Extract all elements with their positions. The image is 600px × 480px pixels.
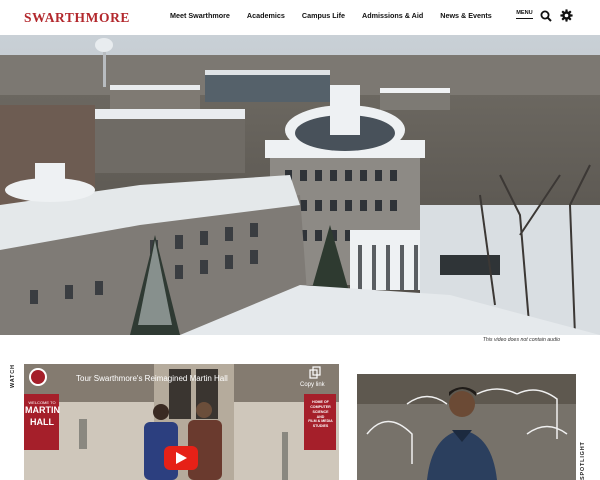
banner-right-line: STUDIES xyxy=(312,424,329,429)
nav-news-events[interactable]: News & Events xyxy=(440,11,492,20)
site-header: SWARTHMORE Meet Swarthmore Academics Cam… xyxy=(0,0,600,34)
banner-right: HOME OF COMPUTER SCIENCE AND FILM & MEDI… xyxy=(305,400,336,429)
menu-bar-icon xyxy=(516,17,533,19)
banner-left: WELCOME TO MARTIN HALL xyxy=(25,400,60,429)
video-title[interactable]: Tour Swarthmore's Reimagined Martin Hall xyxy=(76,374,228,383)
spotlight-image xyxy=(357,374,576,480)
menu-button[interactable]: MENU xyxy=(516,10,533,24)
search-icon[interactable] xyxy=(540,10,552,22)
hero-caption: This video does not contain audio xyxy=(482,337,560,343)
gear-icon[interactable] xyxy=(560,9,573,22)
nav-campus-life[interactable]: Campus Life xyxy=(302,11,345,20)
hero-video[interactable] xyxy=(0,35,600,335)
banner-right-line: COMPUTER SCIENCE xyxy=(310,404,331,414)
spotlight-label-text: SPOTLIGHT xyxy=(580,441,586,480)
nav-meet-swarthmore[interactable]: Meet Swarthmore xyxy=(170,11,230,20)
main-nav: Meet Swarthmore Academics Campus Life Ad… xyxy=(170,11,509,20)
spotlight-label: SPOTLIGHT xyxy=(580,440,590,480)
menu-label: MENU xyxy=(516,10,533,16)
watch-label-text: WATCH xyxy=(10,364,16,388)
nav-admissions-aid[interactable]: Admissions & Aid xyxy=(362,11,423,20)
nav-academics[interactable]: Academics xyxy=(247,11,285,20)
martin-hall-video[interactable]: WELCOME TO MARTIN HALL HOME OF COMPUTER … xyxy=(24,364,339,480)
spotlight-photo[interactable] xyxy=(357,374,576,480)
banner-left-line: MARTIN xyxy=(25,405,60,416)
copy-link[interactable]: Copy link xyxy=(300,382,325,388)
hero-campus-image xyxy=(0,35,600,335)
banner-left-line: HALL xyxy=(30,416,54,427)
watch-label: WATCH xyxy=(10,364,20,396)
swarthmore-logo[interactable]: SWARTHMORE xyxy=(24,10,130,26)
